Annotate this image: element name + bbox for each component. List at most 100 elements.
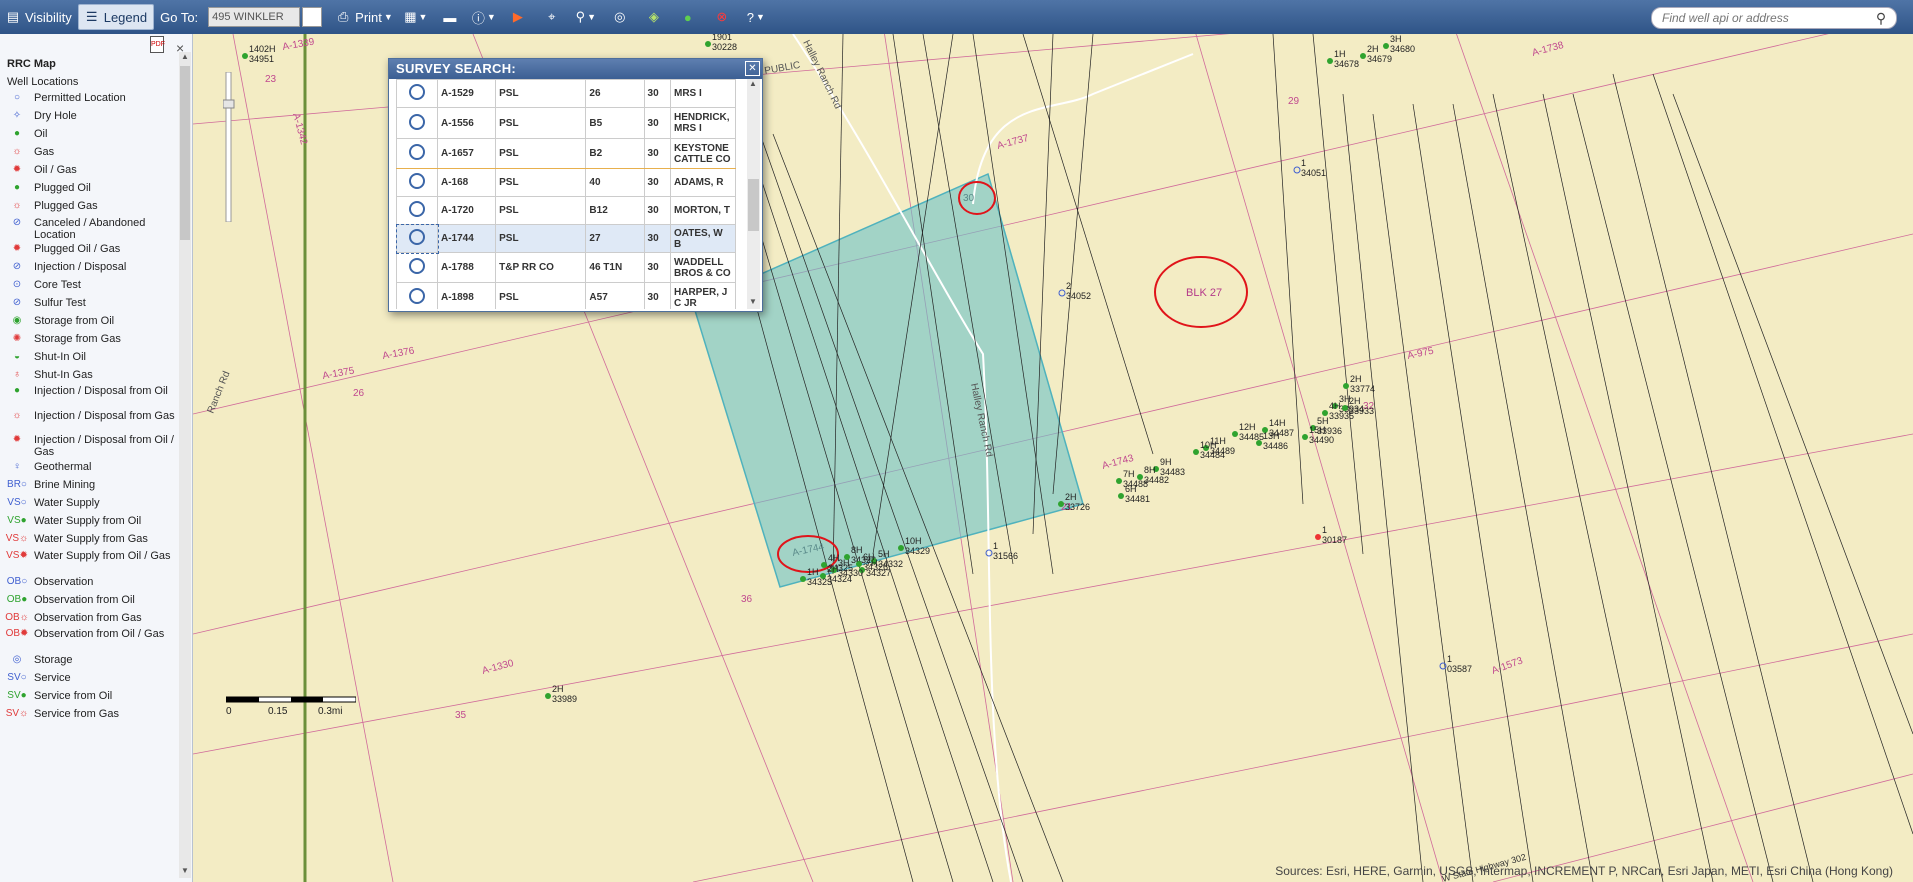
abstract-label: A-1738 bbox=[1531, 40, 1565, 59]
legend-scrollbar[interactable]: ▲ ▼ bbox=[179, 52, 191, 878]
cell-abstract: A-1898 bbox=[436, 282, 497, 309]
well-path bbox=[1542, 93, 1714, 882]
well-path bbox=[1412, 103, 1534, 882]
well-path bbox=[1492, 93, 1664, 882]
well-label-type: 9H bbox=[1160, 457, 1172, 467]
search-box: ⚲ bbox=[1651, 7, 1897, 29]
table-row[interactable]: A-1529 PSL 26 30 MRS I bbox=[396, 79, 736, 108]
survey-line bbox=[232, 34, 394, 882]
legend-title: RRC Map bbox=[7, 58, 56, 70]
cell-survey: PSL bbox=[495, 138, 587, 169]
table-row[interactable]: A-168 PSL 40 30 ADAMS, R bbox=[396, 168, 736, 197]
well-label-type: 2H bbox=[552, 684, 564, 694]
zoom-to-survey-button[interactable] bbox=[396, 252, 438, 283]
zoom-to-survey-button[interactable] bbox=[396, 138, 438, 169]
printer-icon: ⎙ bbox=[337, 9, 349, 24]
legend-item-label: Observation from Oil bbox=[34, 594, 135, 606]
abstract-label: A-1339 bbox=[282, 36, 316, 53]
close-icon[interactable]: ✕ bbox=[745, 61, 760, 76]
table-row[interactable]: A-1720 PSL B12 30 MORTON, T bbox=[396, 196, 736, 225]
help-icon[interactable]: ? ▼ bbox=[745, 6, 767, 28]
zoom-to-survey-button[interactable] bbox=[396, 107, 438, 139]
goto-input[interactable] bbox=[208, 7, 301, 27]
well-marker-icon bbox=[1342, 405, 1348, 411]
locate-icon[interactable]: ◈ bbox=[643, 6, 665, 28]
cell-block: A57 bbox=[585, 282, 645, 309]
table-row[interactable]: A-1898 PSL A57 30 HARPER, J C JR bbox=[396, 282, 736, 309]
legend-button[interactable]: ☰ Legend bbox=[77, 4, 155, 30]
flag-icon[interactable]: ▶ bbox=[507, 6, 529, 28]
scroll-up-icon[interactable]: ▲ bbox=[179, 52, 191, 64]
table-row[interactable]: A-1657 PSL B2 30 KEYSTONE CATTLE CO bbox=[396, 138, 736, 169]
zoom-slider[interactable] bbox=[223, 72, 235, 222]
zoom-to-survey-button[interactable] bbox=[396, 196, 438, 225]
crosshair-icon[interactable]: ⌖ bbox=[541, 6, 563, 28]
info-icon[interactable]: ⓘ ▼ bbox=[472, 6, 496, 28]
chevron-down-icon: ▼ bbox=[486, 12, 496, 22]
zoom-icon[interactable]: ⚲ ▼ bbox=[575, 6, 597, 28]
magnifier-icon bbox=[409, 173, 425, 189]
legend-symbol-icon: OB✹ bbox=[5, 628, 29, 639]
well-label-type: 1901 bbox=[712, 34, 732, 42]
legend-item: VS✹ Water Supply from Oil / Gas bbox=[0, 550, 176, 562]
zoom-to-survey-button[interactable] bbox=[396, 168, 438, 197]
legend-panel: PDF × RRC Map Well Locations ○ Permitted … bbox=[0, 34, 193, 882]
cell-grantee: MORTON, T bbox=[670, 196, 736, 225]
legend-item: ⊘ Canceled / Abandoned Location bbox=[0, 217, 176, 241]
clear-icon[interactable]: ⊗ bbox=[711, 6, 733, 28]
scroll-down-icon[interactable]: ▼ bbox=[747, 297, 759, 309]
annotation-label: BLK 27 bbox=[1186, 287, 1222, 299]
well-marker-icon bbox=[1118, 493, 1124, 499]
pdf-icon[interactable]: PDF bbox=[150, 36, 165, 53]
zoom-to-survey-button[interactable] bbox=[396, 79, 438, 108]
section-number: 35 bbox=[455, 710, 467, 721]
cell-grantee: ADAMS, R bbox=[670, 168, 736, 197]
well-label-type: 1H bbox=[807, 567, 819, 577]
legend-item: ◒ Shut-In Oil bbox=[0, 351, 176, 363]
legend-item: ● Plugged Oil bbox=[0, 182, 176, 194]
table-row[interactable]: A-1556 PSL B5 30 HENDRICK, MRS I bbox=[396, 107, 736, 139]
well-marker-icon bbox=[856, 561, 862, 567]
scroll-thumb[interactable] bbox=[180, 66, 190, 240]
scroll-up-icon[interactable]: ▲ bbox=[747, 79, 759, 91]
goto-dropdown[interactable] bbox=[302, 7, 323, 27]
full-extent-icon[interactable]: ◎ bbox=[609, 6, 631, 28]
layers-icon[interactable]: ▬ bbox=[439, 6, 461, 28]
well-label-api: 34052 bbox=[1066, 291, 1091, 301]
well-marker-icon bbox=[800, 576, 806, 582]
well-marker-icon bbox=[898, 545, 904, 551]
dialog-scrollbar[interactable]: ▲ ▼ bbox=[747, 79, 760, 309]
basemap-icon[interactable]: ▦ ▼ bbox=[404, 6, 427, 28]
legend-item: ♁ Shut-In Gas bbox=[0, 369, 176, 381]
print-button[interactable]: ⎙ Print ▼ bbox=[330, 4, 399, 30]
legend-item-label: Permitted Location bbox=[34, 92, 126, 104]
search-icon[interactable]: ⚲ bbox=[1872, 9, 1890, 27]
legend-symbol-icon: BR○ bbox=[7, 479, 27, 490]
zoom-to-survey-button[interactable] bbox=[396, 223, 439, 254]
legend-item: ✹ Injection / Disposal from Oil / Gas bbox=[0, 434, 176, 458]
toolbar: ▤Visibility ☰Legend Go To: ⎙Print▼ ▦▼ ▬ … bbox=[0, 0, 1913, 34]
well-label-api: 33933 bbox=[1349, 406, 1374, 416]
search-input[interactable] bbox=[1660, 10, 1872, 26]
cell-grantee: OATES, W B bbox=[670, 224, 736, 253]
legend-item: ⊘ Sulfur Test bbox=[0, 297, 176, 309]
survey-line bbox=[692, 633, 1913, 882]
legend-item: SV○ Service bbox=[0, 672, 176, 684]
well-label-type: 4H bbox=[1329, 401, 1341, 411]
cell-abstract: A-1788 bbox=[436, 252, 497, 283]
globe-icon[interactable]: ● bbox=[677, 6, 699, 28]
visibility-button[interactable]: ▤ Visibility bbox=[0, 4, 78, 30]
magnifier-icon bbox=[409, 229, 425, 245]
scroll-thumb[interactable] bbox=[748, 179, 759, 231]
zoom-to-survey-button[interactable] bbox=[396, 282, 438, 309]
scroll-down-icon[interactable]: ▼ bbox=[179, 866, 191, 878]
magnifier-icon bbox=[409, 258, 425, 274]
legend-item: OB● Observation from Oil bbox=[0, 594, 176, 606]
table-row[interactable]: A-1788 T&P RR CO 46 T1N 30 WADDELL BROS & CO bbox=[396, 252, 736, 283]
legend-symbol-icon: ♁ bbox=[13, 369, 21, 380]
well-label-type: 7H bbox=[866, 558, 878, 568]
cell-block: B12 bbox=[585, 196, 645, 225]
legend-item: ⊘ Injection / Disposal bbox=[0, 261, 176, 273]
legend-symbol-icon: ● bbox=[13, 182, 21, 193]
table-row[interactable]: A-1744 PSL 27 30 OATES, W B bbox=[396, 223, 736, 254]
